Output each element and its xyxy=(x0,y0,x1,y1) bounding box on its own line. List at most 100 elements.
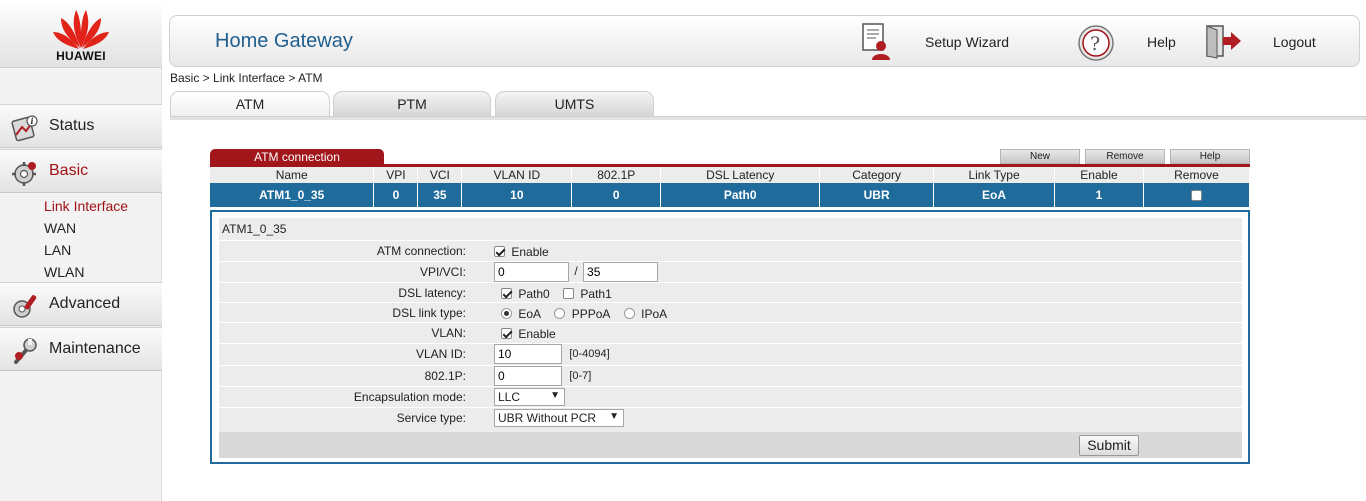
row-vlan: VLAN: Enable xyxy=(219,322,1242,342)
new-button[interactable]: New xyxy=(1000,149,1080,164)
field-label: VPI/VCI: xyxy=(419,265,466,279)
logout-icon[interactable] xyxy=(1203,24,1243,60)
cell-name: ATM1_0_35 xyxy=(210,183,375,207)
sidebar-item-maintenance[interactable]: Maintenance xyxy=(0,327,162,371)
app-title: Home Gateway xyxy=(215,30,353,52)
field-label: ATM connection: xyxy=(376,244,466,258)
field-label: 802.1P: xyxy=(424,369,466,383)
logo: HUAWEI xyxy=(0,0,162,68)
encapsulation-select[interactable]: LLC ▼ xyxy=(494,388,565,406)
logout-link[interactable]: Logout xyxy=(1273,34,1316,50)
remove-button[interactable]: Remove xyxy=(1085,149,1165,164)
field-label: VLAN ID: xyxy=(415,347,466,361)
sidebar-item-label: Maintenance xyxy=(49,340,141,357)
cell-remove xyxy=(1143,183,1251,207)
chevron-down-icon: ▼ xyxy=(550,390,560,401)
row-dsl-latency: DSL latency: Path0 Path1 xyxy=(219,282,1242,302)
option-label: Enable xyxy=(511,244,549,259)
row-8021p: 802.1P: [0-7] xyxy=(219,365,1242,386)
cell-8021p: 0 xyxy=(571,183,662,207)
option-label: Path0 xyxy=(518,286,550,301)
field-label: DSL link type: xyxy=(392,306,466,320)
remove-row-checkbox[interactable] xyxy=(1190,190,1202,202)
column-header: Remove xyxy=(1143,167,1251,183)
cell-dsl-latency: Path0 xyxy=(660,183,821,207)
column-header: Category xyxy=(819,167,935,183)
service-type-select[interactable]: UBR Without PCR ▼ xyxy=(494,409,624,427)
service-type-value: UBR Without PCR xyxy=(498,411,597,425)
detail-form: ATM1_0_35 ATM connection: Enable VPI/VCI… xyxy=(219,218,1242,458)
vlan-id-input[interactable] xyxy=(494,344,562,364)
table-row[interactable]: ATM1_0_35 0 35 10 0 Path0 UBR EoA 1 xyxy=(210,183,1251,207)
cell-vpi: 0 xyxy=(373,183,419,207)
sub-item-wlan[interactable]: WLAN xyxy=(44,264,84,280)
maintenance-icon xyxy=(14,338,37,364)
row-service-type: Service type: UBR Without PCR ▼ xyxy=(219,407,1242,427)
table-help-button[interactable]: Help xyxy=(1170,149,1250,164)
tab-divider xyxy=(170,116,1366,120)
ipoa-radio[interactable] xyxy=(623,308,635,320)
table-header-row: Name VPI VCI VLAN ID 802.1P DSL Latency … xyxy=(210,167,1251,183)
svg-text:?: ? xyxy=(1090,33,1100,55)
8021p-range: [0-7] xyxy=(569,370,592,382)
path1-checkbox[interactable] xyxy=(563,288,575,300)
sidebar-item-status[interactable]: i Status xyxy=(0,104,162,148)
row-vpi-vci: VPI/VCI: / xyxy=(219,261,1242,282)
basic-icon xyxy=(12,162,36,186)
option-label: EoA xyxy=(518,306,542,321)
help-link[interactable]: Help xyxy=(1147,34,1176,50)
eoa-radio[interactable] xyxy=(501,308,512,320)
column-header: 802.1P xyxy=(571,167,662,183)
detail-title: ATM1_0_35 xyxy=(222,222,287,236)
field-label: Service type: xyxy=(396,411,466,425)
cell-vci: 35 xyxy=(417,183,463,207)
vci-input[interactable] xyxy=(583,262,659,282)
column-header: Enable xyxy=(1054,167,1144,183)
column-header: VLAN ID xyxy=(461,167,573,183)
field-label: Encapsulation mode: xyxy=(353,390,466,404)
sidebar: HUAWEI i Status Basic Link Interface WAN… xyxy=(0,0,162,501)
huawei-logo-icon xyxy=(53,10,109,49)
option-label: IPoA xyxy=(641,306,668,321)
option-label: Enable xyxy=(518,326,556,341)
vpi-input[interactable] xyxy=(494,262,569,282)
path0-checkbox[interactable] xyxy=(501,288,512,300)
column-header: Name xyxy=(210,167,375,183)
chevron-down-icon: ▼ xyxy=(609,411,619,422)
sub-item-wan[interactable]: WAN xyxy=(44,220,76,236)
8021p-input[interactable] xyxy=(494,366,562,386)
atm-enable-checkbox[interactable] xyxy=(494,246,505,258)
row-atm-connection: ATM connection: Enable xyxy=(219,240,1242,260)
sidebar-item-basic[interactable]: Basic xyxy=(0,149,162,193)
status-icon: i xyxy=(11,115,38,142)
field-label: VLAN: xyxy=(431,326,466,340)
sidebar-item-label: Advanced xyxy=(49,295,121,312)
connection-table: Name VPI VCI VLAN ID 802.1P DSL Latency … xyxy=(210,167,1251,207)
vlan-enable-checkbox[interactable] xyxy=(501,328,512,340)
encapsulation-value: LLC xyxy=(498,390,521,404)
sub-item-link-interface[interactable]: Link Interface xyxy=(44,198,128,214)
tab-umts[interactable]: UMTS xyxy=(495,91,654,116)
option-label: PPPoA xyxy=(571,306,611,321)
setup-wizard-link[interactable]: Setup Wizard xyxy=(925,34,1009,50)
sidebar-item-label: Status xyxy=(49,117,95,134)
option-label: Path1 xyxy=(580,286,612,301)
breadcrumb: Basic > Link Interface > ATM xyxy=(170,71,323,85)
header-bar: Home Gateway Setup Wizard ? Help Logout xyxy=(169,15,1360,67)
connection-detail-panel: ATM1_0_35 ATM connection: Enable VPI/VCI… xyxy=(210,210,1250,464)
tab-ptm[interactable]: PTM xyxy=(333,91,491,116)
sidebar-item-advanced[interactable]: Advanced xyxy=(0,282,162,326)
cell-enable: 1 xyxy=(1054,183,1144,207)
setup-wizard-icon[interactable] xyxy=(860,22,894,62)
column-header: VPI xyxy=(373,167,419,183)
submit-button[interactable]: Submit xyxy=(1079,435,1139,456)
svg-text:i: i xyxy=(31,116,34,126)
brand-name: HUAWEI xyxy=(56,49,106,63)
row-vlan-id: VLAN ID: [0-4094] xyxy=(219,343,1242,364)
sub-item-lan[interactable]: LAN xyxy=(44,242,71,258)
help-icon[interactable]: ? xyxy=(1077,24,1115,62)
column-header: Link Type xyxy=(933,167,1056,183)
pppoa-radio[interactable] xyxy=(554,308,566,320)
tab-atm[interactable]: ATM xyxy=(170,91,330,118)
row-dsl-link-type: DSL link type: EoA PPPoA IPoA xyxy=(219,302,1242,322)
